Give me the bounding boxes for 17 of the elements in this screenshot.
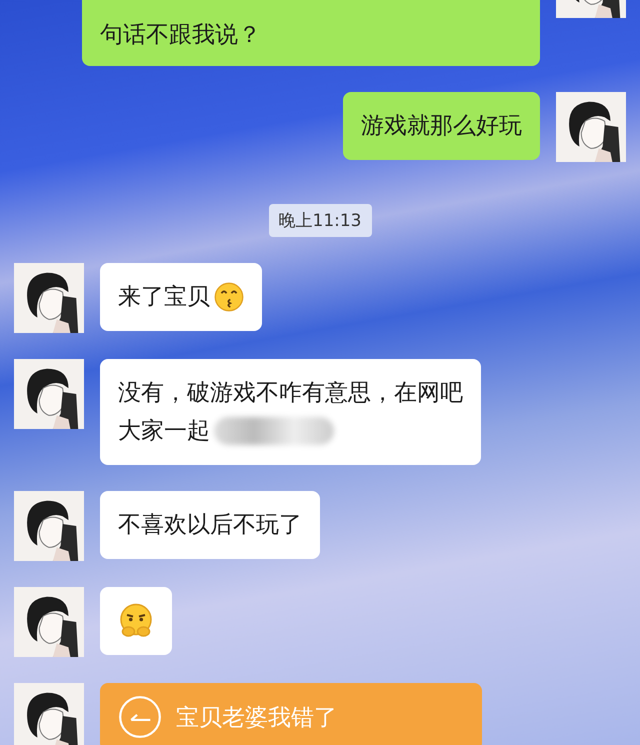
avatar-icon[interactable] (14, 587, 84, 657)
avatar-icon[interactable] (14, 263, 84, 333)
avatar-icon[interactable] (14, 683, 84, 745)
message-text: 没有，破游戏不咋有意思，在网吧 (118, 379, 463, 408)
message-text: 大家一起 (118, 417, 210, 446)
message-text: 不喜欢以后不玩了 (118, 511, 302, 540)
kissing-face-icon (214, 282, 244, 312)
transfer-card[interactable]: 宝贝老婆我错了 (100, 683, 482, 745)
avatar-icon[interactable] (556, 92, 626, 162)
timestamp: 晚上11:13 (268, 204, 372, 237)
message-text: 句话不跟我说？ (100, 21, 261, 50)
transfer-title: 宝贝老婆我错了 (176, 704, 337, 732)
arrow-circle-icon (118, 695, 162, 739)
avatar-icon[interactable] (14, 491, 84, 561)
message-text: 游戏就那么好玩 (361, 112, 522, 141)
message-text: 来了宝贝 (118, 283, 210, 312)
avatar-icon[interactable] (14, 359, 84, 429)
